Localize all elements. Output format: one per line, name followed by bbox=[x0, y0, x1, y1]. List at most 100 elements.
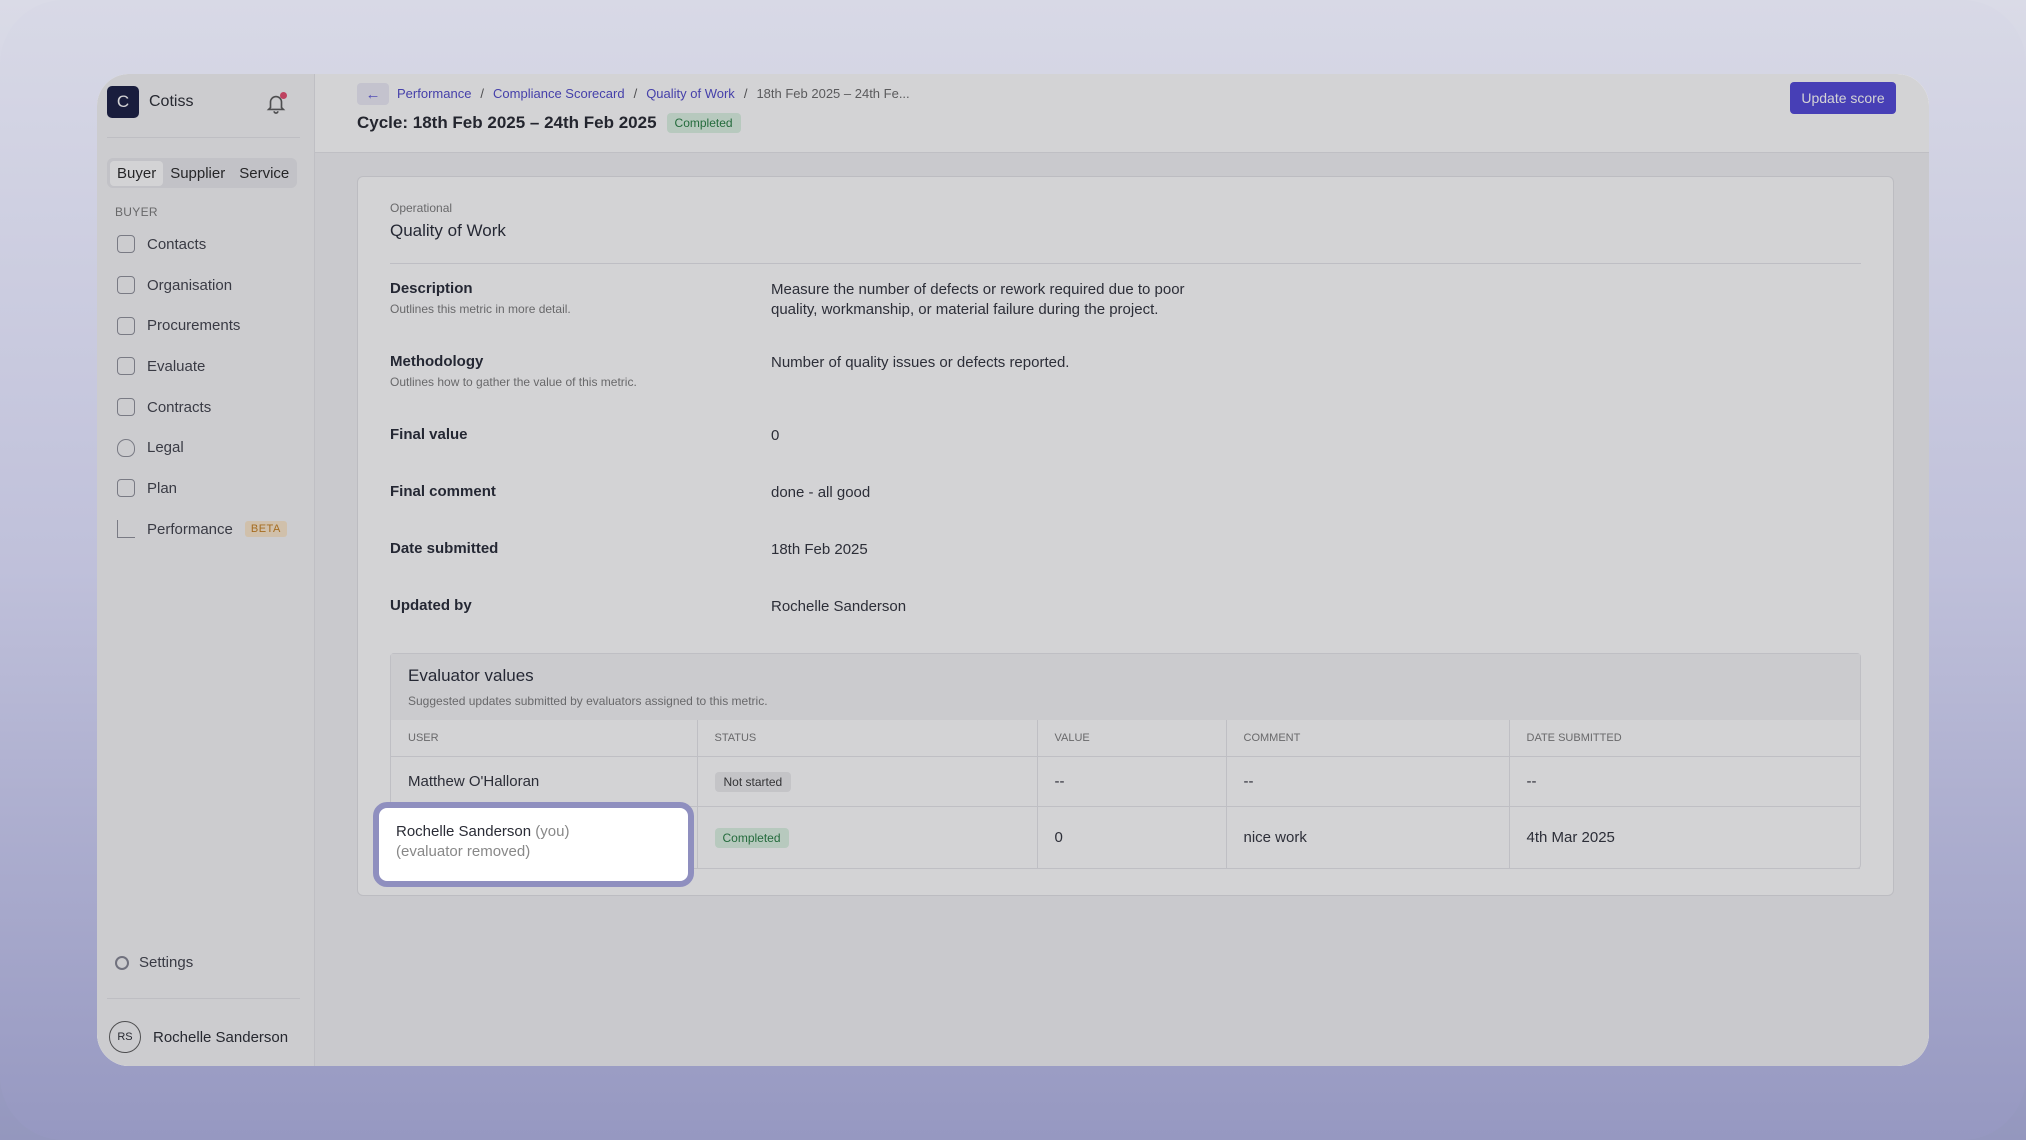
column-header-value: VALUE bbox=[1037, 720, 1227, 757]
sidebar-item-legal[interactable]: Legal bbox=[107, 427, 301, 468]
evaluator-user: Matthew O'Halloran bbox=[391, 756, 698, 807]
main-content: ← Performance / Compliance Scorecard / Q… bbox=[315, 74, 1929, 1066]
app-name: Cotiss bbox=[149, 93, 194, 110]
breadcrumb-separator: / bbox=[743, 86, 748, 101]
sidebar-item-organisation[interactable]: Organisation bbox=[107, 265, 301, 306]
evaluator-you-tag: (you) bbox=[535, 823, 570, 840]
arrow-left-icon: ← bbox=[365, 85, 381, 103]
shield-icon bbox=[117, 438, 135, 457]
sidebar-item-performance[interactable]: Performance BETA bbox=[107, 509, 301, 550]
contract-icon bbox=[117, 398, 135, 417]
evaluator-values-subtitle: Suggested updates submitted by evaluator… bbox=[408, 694, 768, 708]
status-badge: Completed bbox=[714, 827, 789, 848]
sidebar-section-label: BUYER bbox=[115, 205, 158, 219]
evaluator-user: Rochelle Sanderson (you) (evaluator remo… bbox=[396, 822, 569, 862]
user-name: Rochelle Sanderson bbox=[153, 1028, 289, 1046]
page-title: Cycle: 18th Feb 2025 – 24th Feb 2025 bbox=[357, 113, 657, 132]
metric-card: Operational Quality of Work Description … bbox=[357, 176, 1894, 896]
divider bbox=[107, 998, 300, 999]
divider bbox=[107, 137, 300, 138]
beta-badge: BETA bbox=[244, 521, 287, 538]
final-comment: done - all good bbox=[771, 484, 871, 501]
sidebar-item-label: Contracts bbox=[147, 398, 212, 416]
app-window: C Cotiss Buyer Supplier Service BUYER Co… bbox=[97, 74, 1929, 1066]
final-comment-label: Final comment bbox=[390, 483, 496, 500]
column-header-comment: COMMENT bbox=[1226, 720, 1510, 757]
sidebar-item-label: Contacts bbox=[147, 235, 207, 253]
breadcrumb: Performance / Compliance Scorecard / Qua… bbox=[397, 86, 910, 101]
highlighted-evaluator-cell[interactable]: Rochelle Sanderson (you) (evaluator remo… bbox=[373, 802, 694, 887]
column-header-user: USER bbox=[391, 720, 698, 757]
gear-icon bbox=[115, 955, 129, 970]
back-button[interactable]: ← bbox=[357, 83, 389, 105]
role-supplier-tab[interactable]: Supplier bbox=[163, 161, 232, 186]
breadcrumb-separator: / bbox=[480, 86, 485, 101]
description-label: Description bbox=[390, 280, 473, 297]
description-value: Measure the number of defects or rework … bbox=[771, 281, 1185, 318]
column-header-status: STATUS bbox=[697, 720, 1038, 757]
cycle-heading: Cycle: 18th Feb 2025 – 24th Feb 2025 Com… bbox=[357, 113, 741, 133]
date-submitted: 18th Feb 2025 bbox=[771, 541, 868, 558]
breadcrumb-current: 18th Feb 2025 – 24th Fe... bbox=[756, 86, 910, 101]
settings-label: Settings bbox=[139, 954, 194, 971]
updated-by: Rochelle Sanderson bbox=[771, 598, 907, 615]
methodology-hint: Outlines how to gather the value of this… bbox=[390, 375, 637, 389]
evaluator-date: 4th Mar 2025 bbox=[1509, 806, 1860, 869]
sidebar-item-procurements[interactable]: Procurements bbox=[107, 305, 301, 346]
avatar: RS bbox=[109, 1021, 141, 1053]
status-badge: Completed bbox=[666, 113, 741, 133]
final-value: 0 bbox=[771, 427, 780, 444]
sidebar-item-label: Legal bbox=[147, 439, 184, 457]
metric-title: Quality of Work bbox=[390, 221, 506, 240]
list-icon bbox=[117, 235, 135, 254]
description-hint: Outlines this metric in more detail. bbox=[390, 302, 571, 316]
evaluator-comment: -- bbox=[1226, 756, 1510, 807]
sidebar-item-label: Performance bbox=[147, 520, 233, 538]
user-menu[interactable]: RS Rochelle Sanderson bbox=[109, 1021, 288, 1053]
document-icon bbox=[117, 316, 135, 335]
sidebar: C Cotiss Buyer Supplier Service BUYER Co… bbox=[97, 74, 315, 1066]
breadcrumb-performance[interactable]: Performance bbox=[397, 86, 471, 101]
plan-icon bbox=[117, 479, 135, 498]
status-badge: Not started bbox=[714, 771, 792, 792]
table-header-row: USER STATUS VALUE COMMENT DATE SUBMITTED bbox=[391, 720, 1860, 757]
methodology-value: Number of quality issues or defects repo… bbox=[771, 354, 1070, 371]
notification-dot bbox=[280, 92, 287, 99]
sidebar-item-label: Plan bbox=[147, 479, 178, 497]
sidebar-nav: Contacts Organisation Procurements Evalu… bbox=[107, 224, 301, 550]
sidebar-item-label: Evaluate bbox=[147, 357, 206, 375]
breadcrumb-separator: / bbox=[633, 86, 638, 101]
sidebar-item-contacts[interactable]: Contacts bbox=[107, 224, 301, 265]
sidebar-item-plan[interactable]: Plan bbox=[107, 468, 301, 509]
methodology-label: Methodology bbox=[390, 353, 484, 370]
brand[interactable]: C Cotiss bbox=[107, 86, 193, 118]
sidebar-item-label: Organisation bbox=[147, 276, 233, 294]
evaluate-icon bbox=[117, 357, 135, 376]
sidebar-item-contracts[interactable]: Contracts bbox=[107, 387, 301, 428]
role-service-tab[interactable]: Service bbox=[232, 161, 296, 186]
role-buyer-tab[interactable]: Buyer bbox=[110, 160, 164, 186]
updated-by-label: Updated by bbox=[390, 597, 472, 614]
sidebar-item-evaluate[interactable]: Evaluate bbox=[107, 346, 301, 387]
home-icon bbox=[117, 276, 135, 295]
divider bbox=[390, 263, 1861, 264]
chart-icon bbox=[117, 520, 135, 539]
evaluator-removed-note: (evaluator removed) bbox=[396, 843, 531, 860]
table-row: Matthew O'Halloran Not started -- -- -- bbox=[391, 756, 1860, 807]
evaluator-status-cell: Not started bbox=[697, 756, 1038, 807]
breadcrumb-compliance-scorecard[interactable]: Compliance Scorecard bbox=[493, 86, 625, 101]
evaluator-values-header: Evaluator values Suggested updates submi… bbox=[391, 654, 1860, 720]
date-submitted-label: Date submitted bbox=[390, 540, 499, 557]
metric-category: Operational bbox=[390, 201, 453, 215]
evaluator-status-cell: Completed bbox=[697, 806, 1038, 869]
evaluator-date: -- bbox=[1509, 756, 1860, 807]
evaluator-comment: nice work bbox=[1226, 806, 1510, 869]
sidebar-item-label: Procurements bbox=[147, 317, 241, 335]
final-value-label: Final value bbox=[390, 426, 468, 443]
update-score-button[interactable]: Update score bbox=[1790, 82, 1896, 114]
breadcrumb-quality-of-work[interactable]: Quality of Work bbox=[646, 86, 735, 101]
device-frame: C Cotiss Buyer Supplier Service BUYER Co… bbox=[0, 0, 2026, 1140]
page-header: ← Performance / Compliance Scorecard / Q… bbox=[315, 74, 1929, 153]
evaluator-value: 0 bbox=[1037, 806, 1227, 869]
settings-link[interactable]: Settings bbox=[115, 954, 193, 971]
